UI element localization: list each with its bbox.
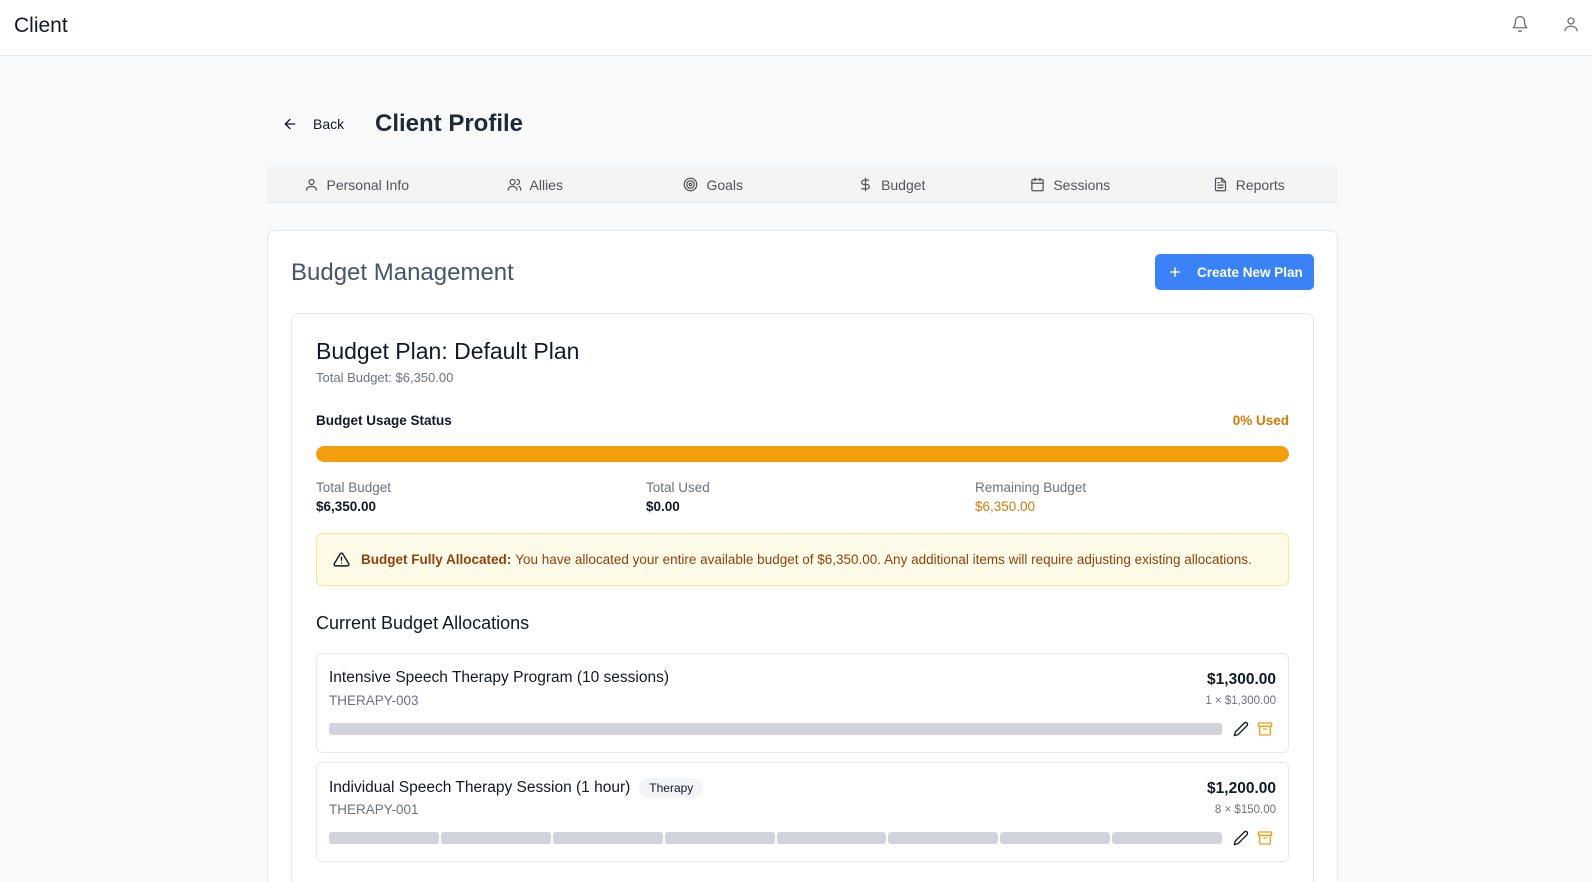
create-plan-label: Create New Plan — [1197, 264, 1303, 280]
tab-personal-info[interactable]: Personal Info — [267, 167, 446, 202]
back-button[interactable]: Back — [282, 113, 344, 135]
usage-progress-bar — [316, 446, 1289, 462]
section-title: Budget Management — [291, 259, 514, 286]
usage-progress-fill — [316, 446, 1289, 462]
tab-label: Goals — [706, 176, 744, 193]
allocation-name-text: Individual Speech Therapy Session (1 hou… — [329, 779, 631, 796]
archive-icon[interactable] — [1257, 830, 1273, 846]
tab-bar: Personal Info Allies Goals Budget Sessio… — [267, 167, 1338, 203]
allocation-item: Individual Speech Therapy Session (1 hou… — [316, 762, 1289, 862]
dollar-icon — [861, 177, 870, 192]
usage-segment — [776, 832, 887, 844]
pencil-icon[interactable] — [1233, 830, 1249, 846]
tab-label: Reports — [1235, 176, 1285, 193]
usage-segment — [552, 832, 663, 844]
top-bar: Client — [0, 0, 1592, 56]
create-new-plan-button[interactable]: Create New Plan — [1155, 254, 1314, 290]
bell-icon[interactable] — [1511, 15, 1529, 33]
tab-label: Allies — [529, 176, 563, 193]
allocation-usage-bar — [329, 832, 1222, 844]
tab-label: Budget — [881, 176, 926, 193]
stat-label: Total Used — [646, 480, 710, 495]
usage-label: Budget Usage Status — [316, 413, 452, 428]
budget-alert: Budget Fully Allocated: You have allocat… — [316, 533, 1289, 586]
usage-segment — [1112, 832, 1222, 844]
usage-segment — [329, 723, 1222, 735]
page-title: Client Profile — [375, 110, 524, 137]
allocation-code: THERAPY-001 — [329, 802, 419, 817]
alert-text: You have allocated your entire available… — [515, 552, 1252, 567]
warning-icon — [333, 552, 350, 567]
allocation-name-text: Intensive Speech Therapy Program (10 ses… — [329, 669, 670, 686]
stat-label: Remaining Budget — [975, 480, 1087, 495]
archive-icon[interactable] — [1257, 721, 1273, 737]
allocation-code: THERAPY-003 — [329, 693, 419, 708]
usage-segment — [1000, 832, 1111, 844]
usage-percent: 0% Used — [1232, 413, 1289, 428]
back-label: Back — [313, 116, 345, 132]
stat-remaining-budget: Remaining Budget $6,350.00 — [975, 480, 1086, 514]
allocation-item: Intensive Speech Therapy Program (10 ses… — [316, 653, 1289, 753]
allocation-amount: $1,300.00 — [1207, 671, 1276, 688]
tab-budget[interactable]: Budget — [803, 167, 982, 202]
target-icon — [684, 177, 698, 192]
tab-reports[interactable]: Reports — [1160, 167, 1339, 202]
stat-value: $0.00 — [646, 499, 680, 514]
category-badge: Therapy — [639, 778, 704, 798]
tab-goals[interactable]: Goals — [624, 167, 803, 202]
usage-segment — [888, 832, 999, 844]
plus-icon — [1170, 267, 1180, 277]
usage-segment — [664, 832, 775, 844]
plan-total: Total Budget: $6,350.00 — [316, 370, 454, 385]
usage-segment — [440, 832, 551, 844]
usage-segment — [329, 832, 439, 844]
stat-value: $6,350.00 — [316, 499, 377, 514]
stat-label: Total Budget — [316, 480, 392, 495]
alert-title: Budget Fully Allocated: — [361, 552, 512, 567]
users-icon — [507, 178, 521, 191]
pencil-icon[interactable] — [1233, 721, 1249, 737]
stat-value: $6,350.00 — [975, 499, 1036, 514]
arrow-left-icon — [284, 118, 296, 130]
allocation-usage-bar — [329, 723, 1222, 735]
allocation-name: Intensive Speech Therapy Program (10 ses… — [329, 669, 669, 687]
user-icon — [305, 178, 317, 191]
stat-total-budget: Total Budget $6,350.00 — [316, 480, 391, 514]
allocation-unit-price: 1 × $1,300.00 — [1205, 695, 1276, 707]
allocation-name: Individual Speech Therapy Session (1 hou… — [329, 778, 704, 798]
stat-total-used: Total Used $0.00 — [646, 480, 710, 514]
file-icon — [1214, 177, 1226, 192]
plan-title: Budget Plan: Default Plan — [316, 338, 580, 364]
tab-label: Sessions — [1053, 176, 1111, 193]
allocation-unit-price: 8 × $150.00 — [1214, 804, 1276, 816]
app-title: Client — [14, 14, 68, 37]
allocation-amount: $1,200.00 — [1207, 780, 1276, 797]
allocations-title: Current Budget Allocations — [316, 613, 530, 633]
tab-allies[interactable]: Allies — [446, 167, 625, 202]
tab-label: Personal Info — [326, 176, 410, 193]
user-menu-icon[interactable] — [1562, 15, 1580, 33]
calendar-icon — [1031, 177, 1045, 192]
tab-sessions[interactable]: Sessions — [981, 167, 1160, 202]
